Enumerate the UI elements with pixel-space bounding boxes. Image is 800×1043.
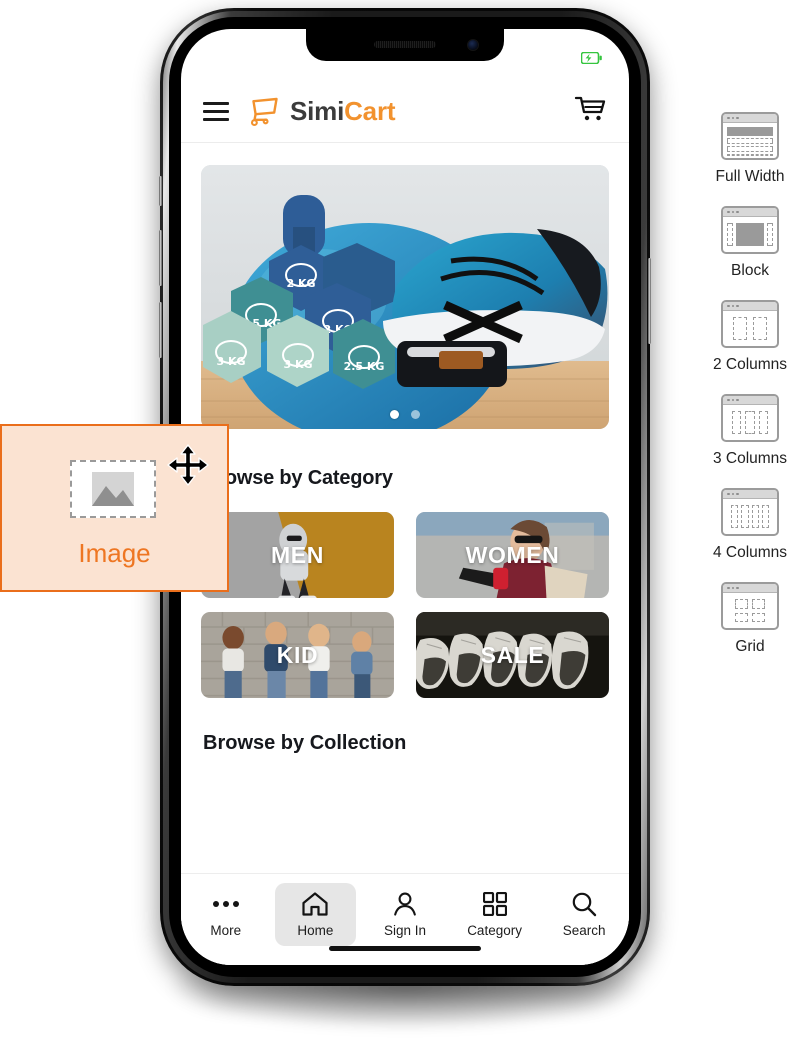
- page-root: Simi Cart 2 KG 2.5 KG 2 KG 3 KG 3 KG 2.5…: [0, 0, 800, 1043]
- app-content: 2 KG 2.5 KG 2 KG 3 KG 3 KG 2.5 KG Browse…: [181, 143, 629, 965]
- phone-screen: Simi Cart 2 KG 2.5 KG 2 KG 3 KG 3 KG 2.5…: [181, 29, 629, 965]
- nav-item-category[interactable]: Category: [454, 883, 536, 946]
- layout-option-label: 3 Columns: [712, 450, 788, 467]
- nav-label: Home: [297, 923, 334, 938]
- nav-label: Sign In: [383, 923, 426, 938]
- category-tile-men[interactable]: MEN: [201, 512, 394, 598]
- svg-text:3 KG: 3 KG: [216, 355, 245, 368]
- image-widget-drag-card[interactable]: Image: [0, 424, 229, 592]
- ellipsis-icon: [212, 890, 240, 917]
- carousel-dot-2[interactable]: [411, 410, 420, 419]
- image-widget-label: Image: [78, 538, 151, 568]
- category-grid: MEN WOMEN KID SALE: [201, 512, 609, 698]
- category-tile-women[interactable]: WOMEN: [416, 512, 609, 598]
- nav-item-more[interactable]: More: [185, 883, 267, 946]
- search-icon: [571, 890, 597, 917]
- category-label: MEN: [271, 541, 324, 568]
- layout-option-4-columns[interactable]: 4 Columns: [700, 488, 800, 562]
- category-tile-sale[interactable]: SALE: [416, 612, 609, 698]
- logo-text-primary: Simi: [290, 96, 345, 126]
- layout-block-icon: [721, 206, 779, 254]
- svg-text:3 KG: 3 KG: [283, 358, 312, 371]
- earpiece-speaker: [374, 41, 436, 48]
- battery-charging-icon: [581, 52, 603, 64]
- power-button: [648, 258, 651, 344]
- app-logo[interactable]: Simi Cart: [249, 96, 396, 127]
- layout-2-columns-icon: [721, 300, 779, 348]
- layout-option-grid[interactable]: Grid: [700, 582, 800, 656]
- category-label: WOMEN: [465, 541, 560, 568]
- layout-option-label: Full Width: [715, 168, 785, 185]
- category-label: KID: [276, 641, 319, 668]
- section-title-collection: Browse by Collection: [203, 732, 407, 754]
- home-indicator: [329, 946, 481, 951]
- layout-option-2-columns[interactable]: 2 Columns: [700, 300, 800, 374]
- hero-banner[interactable]: 2 KG 2.5 KG 2 KG 3 KG 3 KG 2.5 KG: [201, 165, 609, 429]
- phone-mockup: Simi Cart 2 KG 2.5 KG 2 KG 3 KG 3 KG 2.5…: [159, 8, 651, 986]
- layout-3-columns-icon: [721, 394, 779, 442]
- layout-option-block[interactable]: Block: [700, 206, 800, 280]
- logo-text-accent: Cart: [344, 96, 396, 126]
- layout-option-label: Grid: [735, 638, 765, 655]
- mute-switch: [159, 176, 162, 206]
- section-title-category: Browse by Category: [203, 467, 393, 489]
- move-arrows-icon[interactable]: [167, 444, 209, 491]
- phone-notch: [306, 29, 504, 61]
- layout-option-label: 2 Columns: [712, 356, 788, 373]
- volume-down-button: [159, 302, 162, 358]
- image-placeholder-icon: [70, 460, 156, 518]
- grid-squares-icon: [482, 890, 507, 917]
- nav-item-search[interactable]: Search: [543, 883, 625, 946]
- front-camera: [468, 40, 478, 50]
- nav-item-sign-in[interactable]: Sign In: [364, 883, 446, 946]
- home-icon: [301, 890, 329, 917]
- volume-up-button: [159, 230, 162, 286]
- nav-item-home[interactable]: Home: [274, 883, 357, 946]
- layout-option-label: Block: [731, 262, 769, 279]
- layout-option-full-width[interactable]: Full Width: [700, 112, 800, 186]
- nav-label: Search: [562, 923, 606, 938]
- layout-option-3-columns[interactable]: 3 Columns: [700, 394, 800, 468]
- carousel-dots[interactable]: [390, 410, 420, 419]
- layout-option-label: 4 Columns: [712, 544, 788, 561]
- nav-label: More: [210, 923, 242, 938]
- layout-4-columns-icon: [721, 488, 779, 536]
- user-icon: [392, 890, 418, 917]
- hero-banner-image: 2 KG 2.5 KG 2 KG 3 KG 3 KG 2.5 KG: [201, 165, 609, 429]
- shopping-cart-logo-icon: [249, 97, 283, 127]
- category-label: SALE: [480, 641, 545, 668]
- layout-full-width-icon: [721, 112, 779, 160]
- carousel-dot-1[interactable]: [390, 410, 399, 419]
- category-tile-kid[interactable]: KID: [201, 612, 394, 698]
- nav-label: Category: [467, 923, 522, 938]
- layout-grid-icon: [721, 582, 779, 630]
- bottom-navigation-bar: More Home Sign In Category Search: [181, 873, 629, 965]
- app-header: Simi Cart: [181, 81, 629, 143]
- shopping-cart-icon[interactable]: [573, 94, 607, 129]
- hamburger-menu-icon[interactable]: [203, 102, 229, 121]
- layout-options-panel: Full Width Block 2 Columns 3 Columns 4 C…: [700, 112, 800, 897]
